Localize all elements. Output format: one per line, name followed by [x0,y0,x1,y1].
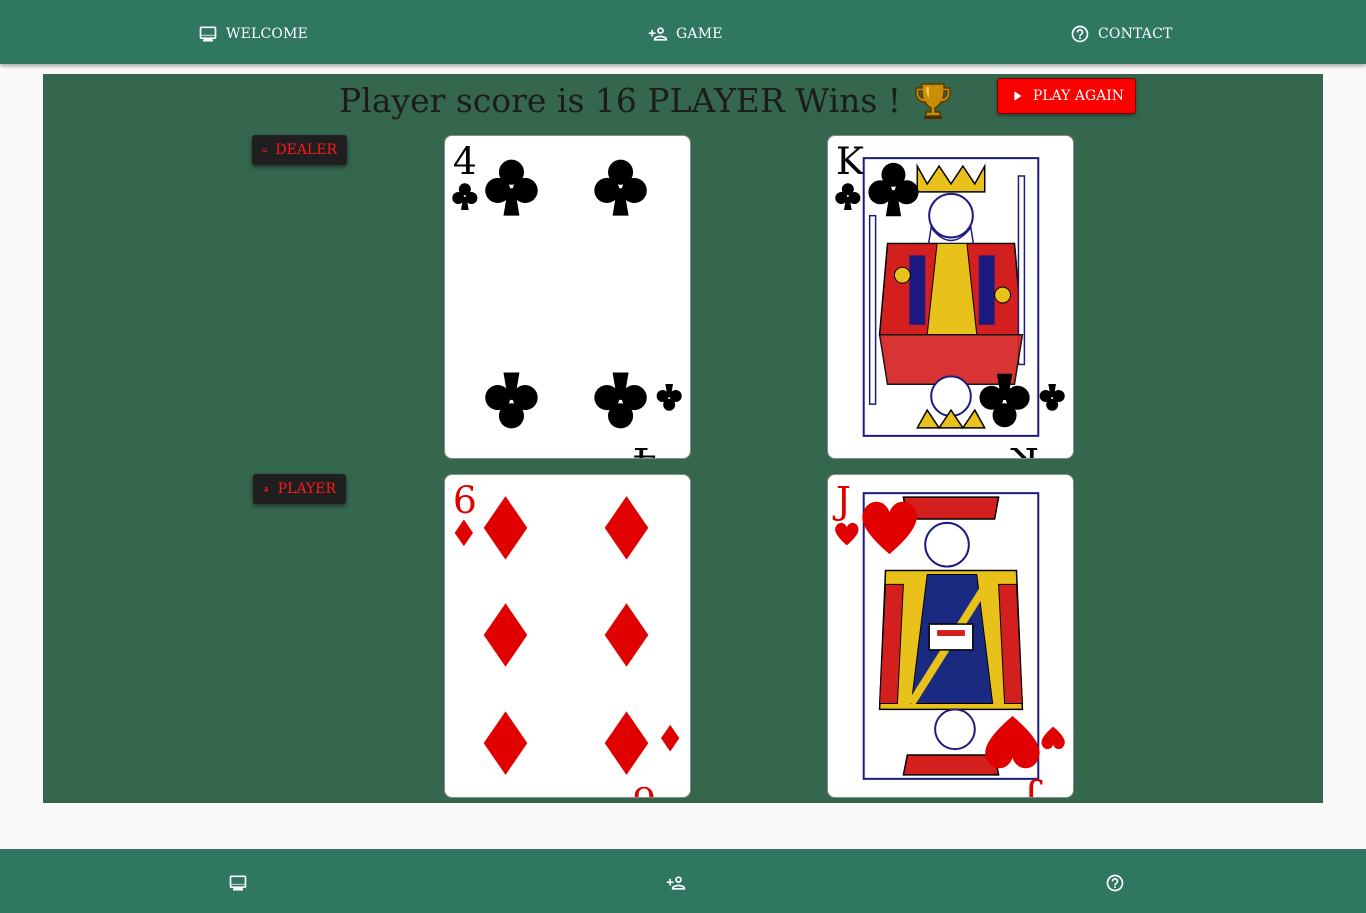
svg-text:4: 4 [632,439,656,458]
top-nav-bar: WELCOME GAME CONTACT [0,0,1366,64]
nav-contact-button[interactable]: CONTACT [1062,18,1181,50]
nav-contact-label: CONTACT [1098,26,1173,42]
svg-text:K: K [1010,439,1039,458]
jack-of-hearts-image: J J [832,478,1065,797]
player-card-jack-of-hearts: J J [827,474,1074,798]
play-icon [1014,91,1022,101]
monitor-icon [229,875,247,891]
svg-text:J: J [1024,778,1043,797]
result-text: Player score is 16 PLAYER Wins ! [339,80,902,120]
bottom-nav-game-button[interactable] [666,873,688,895]
six-of-diamonds-image: 6 6 [453,478,680,797]
game-table: Player score is 16 PLAYER Wins ! PLAY AG… [43,74,1323,803]
svg-text:6: 6 [453,478,477,522]
svg-text:4: 4 [453,139,477,183]
trophy-icon [915,83,951,119]
result-message: Player score is 16 PLAYER Wins ! [339,78,951,122]
monitor-icon [199,26,217,42]
bottom-nav-welcome-button[interactable] [228,873,250,895]
svg-text:K: K [836,139,865,183]
dealer-card-king-of-clubs: K K [827,135,1074,459]
dealer-badge: DEALER [252,135,347,165]
player-label: PLAYER [277,481,336,497]
svg-text:6: 6 [632,778,656,797]
group-add-icon [648,27,668,41]
person-icon [264,486,269,492]
nav-game-button[interactable]: GAME [640,18,731,50]
group-add-icon [666,876,686,890]
help-circle-icon [1071,25,1089,43]
help-circle-icon [1106,874,1124,892]
player-badge: PLAYER [253,474,346,504]
king-of-clubs-image: K K [835,139,1065,458]
svg-text:J: J [832,478,851,522]
nav-welcome-button[interactable]: WELCOME [190,18,316,50]
nav-game-label: GAME [676,26,723,42]
bottom-nav-bar [0,849,1366,913]
play-again-label: PLAY AGAIN [1032,88,1125,104]
four-of-clubs-image: 4 4 [452,139,682,458]
laptop-icon [262,148,268,152]
dealer-card-four-of-clubs: 4 4 [444,135,691,459]
play-again-button[interactable]: PLAY AGAIN [997,78,1136,114]
bottom-nav-contact-button[interactable] [1105,873,1127,895]
nav-welcome-label: WELCOME [226,26,309,42]
player-card-six-of-diamonds: 6 6 [444,474,691,798]
dealer-label: DEALER [275,142,337,158]
